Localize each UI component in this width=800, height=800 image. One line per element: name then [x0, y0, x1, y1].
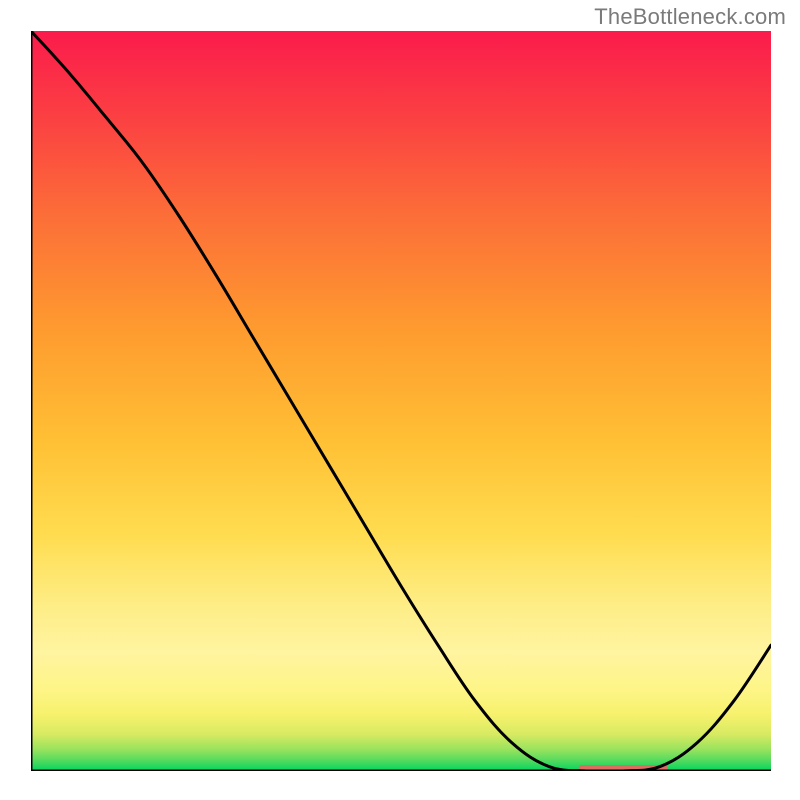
gradient-background [31, 31, 771, 771]
chart-frame: TheBottleneck.com [0, 0, 800, 800]
bottleneck-chart [31, 31, 771, 771]
watermark-text: TheBottleneck.com [594, 4, 786, 30]
plot-area [31, 31, 771, 771]
